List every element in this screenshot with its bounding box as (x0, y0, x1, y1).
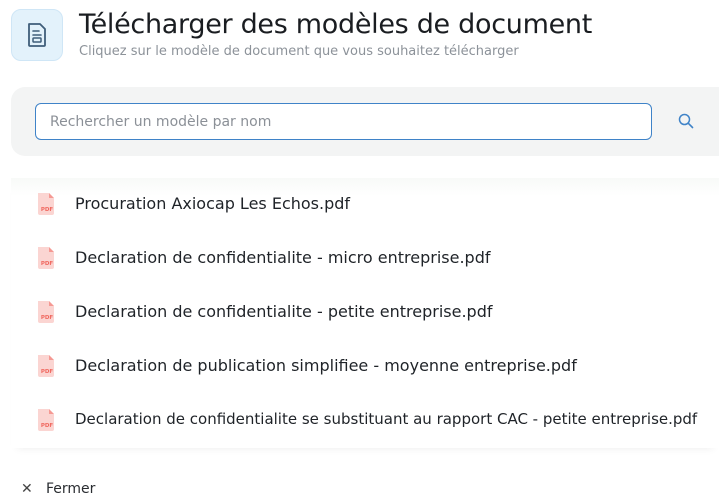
pdf-file-icon: PDF (38, 355, 54, 377)
list-item[interactable]: PDF Declaration de confidentialite - pet… (11, 286, 719, 340)
file-name: Declaration de publication simplifiee - … (75, 356, 577, 375)
search-input[interactable] (35, 103, 652, 140)
dialog-header: Télécharger des modèles de document Cliq… (11, 9, 711, 65)
pdf-file-icon: PDF (38, 247, 54, 269)
file-name: Declaration de confidentialite - micro e… (75, 248, 491, 267)
page-subtitle: Cliquez sur le modèle de document que vo… (79, 44, 519, 59)
svg-text:PDF: PDF (41, 261, 54, 267)
close-icon: ✕ (21, 481, 33, 497)
file-name: Declaration de confidentialite - petite … (75, 302, 493, 321)
pdf-file-icon: PDF (38, 193, 54, 215)
svg-text:PDF: PDF (41, 207, 54, 213)
search-icon (678, 113, 694, 129)
page-title: Télécharger des modèles de document (79, 9, 592, 40)
file-name: Procuration Axiocap Les Echos.pdf (75, 194, 351, 213)
close-label: Fermer (46, 481, 96, 497)
pdf-file-icon: PDF (38, 301, 54, 323)
file-name: Declaration de confidentialite se substi… (75, 410, 698, 428)
list-item[interactable]: PDF Declaration de confidentialite se su… (11, 394, 719, 448)
svg-text:PDF: PDF (41, 423, 54, 429)
list-item[interactable]: PDF Declaration de publication simplifie… (11, 340, 719, 394)
list-item[interactable]: PDF Procuration Axiocap Les Echos.pdf (11, 178, 719, 232)
file-list: PDF Procuration Axiocap Les Echos.pdf PD… (11, 178, 719, 448)
svg-text:PDF: PDF (41, 369, 54, 375)
close-button[interactable]: ✕ Fermer (21, 478, 95, 500)
document-icon (11, 9, 63, 61)
search-button[interactable] (675, 110, 697, 132)
list-item[interactable]: PDF Declaration de confidentialite - mic… (11, 232, 719, 286)
svg-text:PDF: PDF (41, 315, 54, 321)
search-bar (11, 87, 719, 156)
pdf-file-icon: PDF (38, 409, 54, 431)
